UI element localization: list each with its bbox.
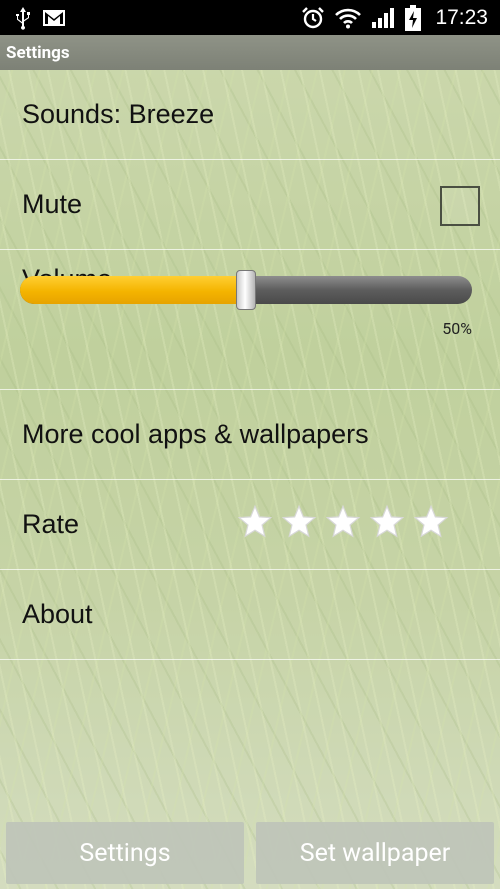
mute-row[interactable]: Mute — [0, 160, 500, 250]
rating-stars[interactable] — [237, 504, 449, 540]
battery-charging-icon — [405, 4, 422, 31]
mute-checkbox[interactable] — [440, 186, 480, 226]
set-wallpaper-button[interactable]: Set wallpaper — [256, 822, 494, 884]
gmail-icon — [42, 9, 66, 27]
volume-slider-fill — [20, 276, 246, 304]
star-icon[interactable] — [369, 504, 405, 540]
rate-label: Rate — [22, 509, 80, 539]
alarm-icon — [301, 6, 325, 30]
star-icon[interactable] — [237, 504, 273, 540]
volume-percent: 50% — [442, 319, 472, 338]
status-bar-left — [14, 6, 66, 30]
mute-label: Mute — [22, 189, 83, 219]
about-label: About — [22, 599, 93, 629]
signal-icon — [371, 7, 395, 29]
rate-row[interactable]: Rate — [0, 480, 500, 570]
settings-panel: Sounds: Breeze Mute Volume 50% More cool… — [0, 70, 500, 889]
star-icon[interactable] — [413, 504, 449, 540]
star-icon[interactable] — [281, 504, 317, 540]
sounds-row[interactable]: Sounds: Breeze — [0, 70, 500, 160]
status-bar-right: 17:23 — [301, 4, 488, 31]
usb-icon — [14, 6, 32, 30]
volume-slider[interactable] — [20, 270, 472, 310]
settings-button[interactable]: Settings — [6, 822, 244, 884]
title-bar: Settings — [0, 35, 500, 70]
page-title: Settings — [6, 42, 70, 63]
star-icon[interactable] — [325, 504, 361, 540]
wifi-icon — [335, 7, 362, 29]
volume-slider-thumb[interactable] — [236, 270, 256, 310]
sounds-label: Sounds: Breeze — [22, 99, 215, 129]
status-bar: 17:23 — [0, 0, 500, 35]
more-apps-label: More cool apps & wallpapers — [22, 419, 369, 449]
more-apps-row[interactable]: More cool apps & wallpapers — [0, 390, 500, 480]
status-time: 17:23 — [435, 5, 488, 29]
about-row[interactable]: About — [0, 570, 500, 660]
